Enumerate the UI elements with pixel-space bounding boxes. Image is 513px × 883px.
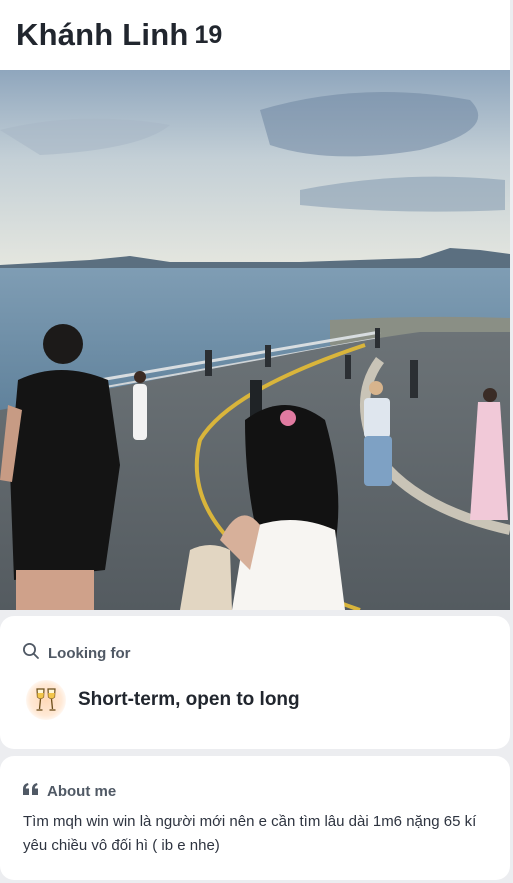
looking-for-title: Looking for (48, 644, 131, 662)
profile-name: Khánh Linh (16, 17, 189, 52)
about-me-text: Tìm mqh win win là người mới nên e cần t… (23, 813, 477, 854)
looking-for-value: Short-term, open to long (78, 689, 300, 710)
looking-for-card: Looking for Short-term, open to long (0, 616, 510, 749)
profile-header: Khánh Linh 19 (0, 0, 510, 70)
profile-photo[interactable] (0, 70, 510, 610)
profile-page: Khánh Linh 19 Looking for Short-term, op… (0, 0, 513, 883)
search-icon (22, 642, 40, 664)
champagne-glasses-icon (26, 680, 66, 720)
looking-for-value-row: Short-term, open to long (26, 680, 300, 720)
about-me-header: About me (22, 782, 116, 800)
about-me-card: About me Tìm mqh win win là người mới nê… (0, 756, 510, 880)
about-me-title: About me (47, 782, 117, 800)
looking-for-header: Looking for (22, 642, 131, 664)
quote-icon (22, 782, 39, 800)
profile-age: 19 (194, 20, 223, 49)
photo-illustration (0, 70, 510, 610)
